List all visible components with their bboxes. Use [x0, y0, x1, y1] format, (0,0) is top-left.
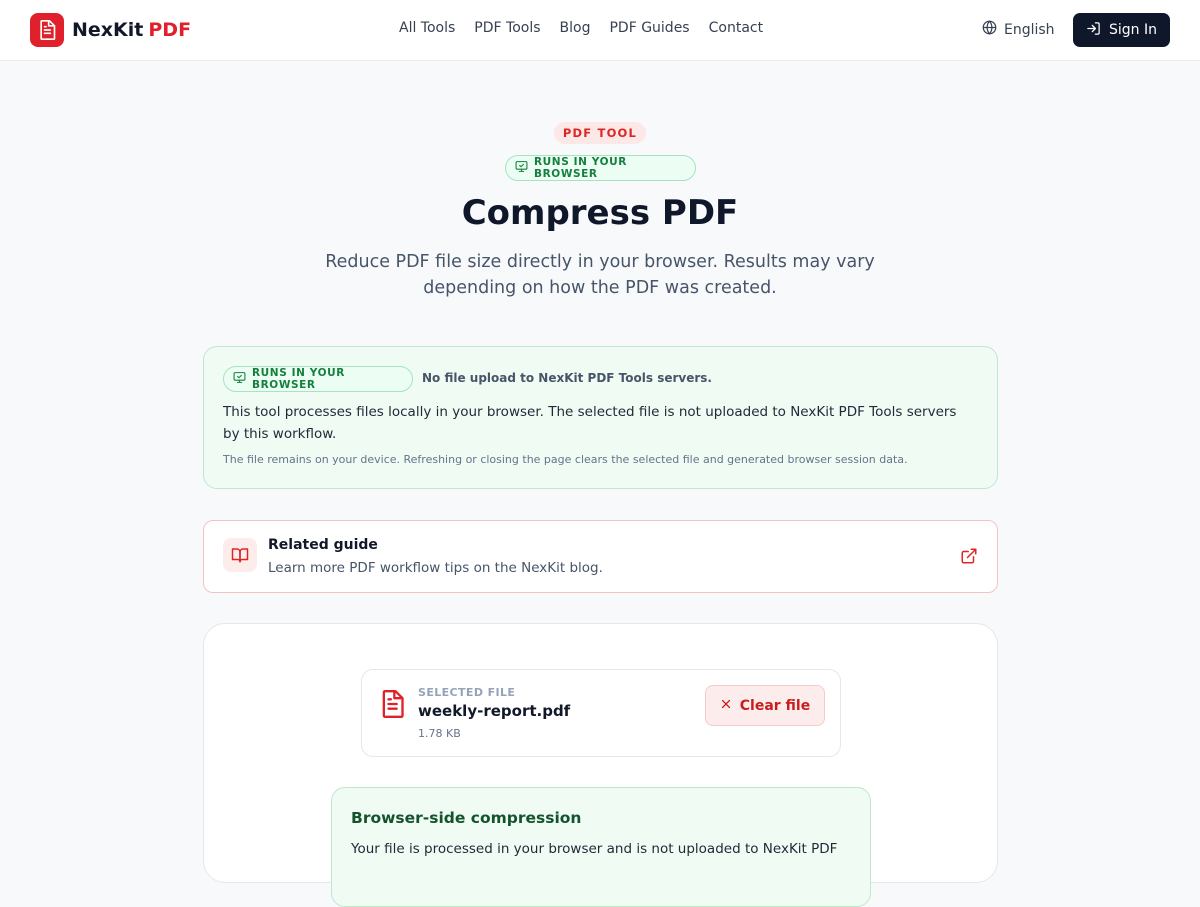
- close-icon: [720, 698, 732, 714]
- nav-all-tools[interactable]: All Tools: [399, 20, 455, 36]
- related-guide-link[interactable]: Related guide Learn more PDF workflow ti…: [203, 520, 998, 593]
- no-upload-note: No file upload to NexKit PDF Tools serve…: [422, 371, 712, 385]
- privacy-footnote: The file remains on your device. Refresh…: [223, 453, 908, 466]
- clear-file-label: Clear file: [739, 697, 811, 714]
- runs-in-browser-badge: RUNS IN YOUR BROWSER: [223, 366, 413, 392]
- privacy-description: This tool processes files locally in you…: [223, 404, 957, 442]
- language-selector[interactable]: English: [982, 20, 1055, 39]
- language-label: English: [1004, 21, 1055, 38]
- tool-panel: SELECTED FILE weekly-report.pdf 1.78 KB …: [203, 623, 998, 907]
- brand-accent: PDF: [148, 19, 192, 41]
- brand-logo-link[interactable]: NexKit PDF: [30, 13, 191, 47]
- file-name: weekly-report.pdf: [418, 702, 571, 720]
- monitor-check-icon: [233, 371, 246, 387]
- sign-in-button[interactable]: Sign In: [1073, 13, 1170, 47]
- main-nav: All Tools PDF Tools Blog PDF Guides Cont…: [399, 20, 763, 36]
- brand-name: NexKit PDF: [72, 19, 192, 41]
- log-in-icon: [1086, 21, 1101, 40]
- clear-file-button[interactable]: Clear file: [705, 685, 825, 726]
- sign-in-label: Sign In: [1109, 22, 1157, 38]
- privacy-notice-card: RUNS IN YOUR BROWSER No file upload to N…: [203, 346, 998, 489]
- guide-title: Related guide: [268, 537, 378, 553]
- runs-in-browser-badge: RUNS IN YOUR BROWSER: [505, 155, 696, 181]
- selected-file-label: SELECTED FILE: [418, 686, 516, 699]
- nav-blog[interactable]: Blog: [560, 20, 591, 36]
- runs-in-browser-label: RUNS IN YOUR BROWSER: [534, 156, 627, 180]
- file-text-icon: [378, 688, 406, 724]
- nav-contact[interactable]: Contact: [709, 20, 763, 36]
- compression-info-card: Browser-side compression Your file is pr…: [331, 787, 871, 907]
- compression-description: Your file is processed in your browser a…: [351, 841, 838, 857]
- guide-description: Learn more PDF workflow tips on the NexK…: [268, 560, 603, 576]
- external-link-icon: [960, 547, 978, 569]
- tool-eyebrow-badge: PDF TOOL: [554, 122, 646, 144]
- file-size: 1.78 KB: [418, 727, 461, 740]
- page-title: Compress PDF: [461, 193, 739, 233]
- page-subtitle: Reduce PDF file size directly in your br…: [325, 252, 875, 298]
- nav-pdf-tools[interactable]: PDF Tools: [474, 20, 540, 36]
- nav-pdf-guides[interactable]: PDF Guides: [609, 20, 689, 36]
- runs-in-browser-label: RUNS IN YOUR BROWSER: [252, 367, 345, 391]
- compression-title: Browser-side compression: [351, 809, 582, 827]
- monitor-check-icon: [515, 160, 528, 176]
- book-open-icon: [223, 538, 257, 572]
- selected-file-card: SELECTED FILE weekly-report.pdf 1.78 KB …: [361, 669, 841, 757]
- file-text-icon: [30, 13, 64, 47]
- globe-icon: [982, 20, 997, 39]
- site-header: NexKit PDF All Tools PDF Tools Blog PDF G…: [0, 0, 1200, 61]
